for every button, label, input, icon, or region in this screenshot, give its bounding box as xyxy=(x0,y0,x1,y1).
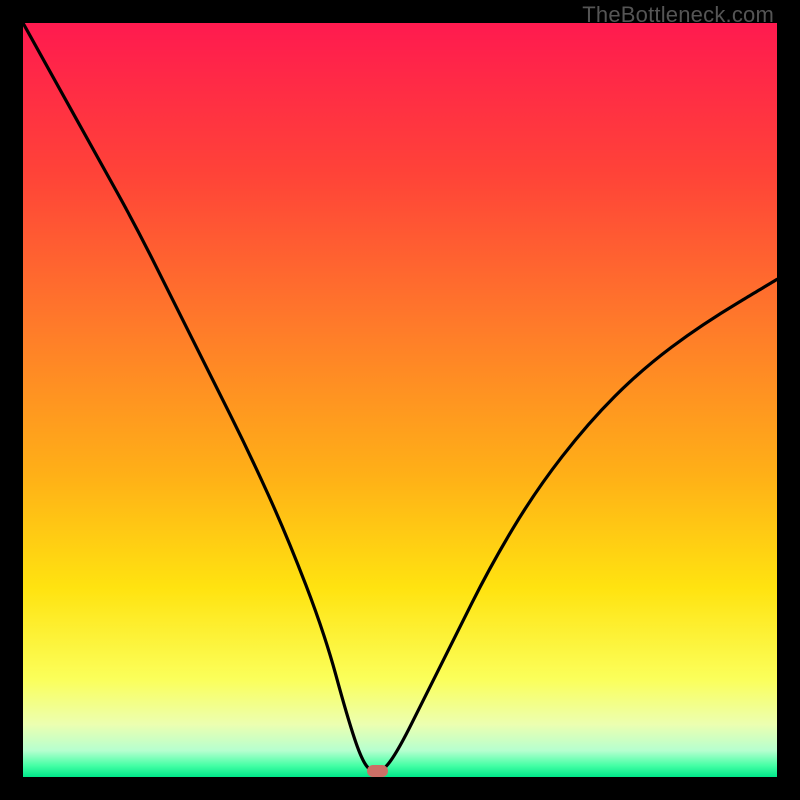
gradient-background xyxy=(23,23,777,777)
bottleneck-chart xyxy=(23,23,777,777)
optimum-point-marker xyxy=(367,765,388,777)
chart-frame xyxy=(23,23,777,777)
watermark-text: TheBottleneck.com xyxy=(582,2,774,28)
